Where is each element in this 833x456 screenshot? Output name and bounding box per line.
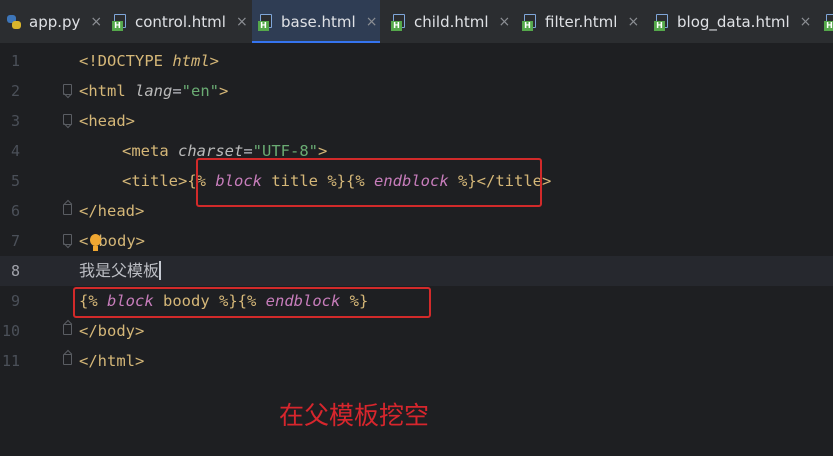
line-number: 8 xyxy=(10,262,20,280)
line-number: 11 xyxy=(1,352,20,370)
fold-marker-icon[interactable] xyxy=(63,234,72,245)
close-icon[interactable]: × xyxy=(800,14,812,30)
python-file-icon xyxy=(6,13,22,31)
code-text: 我是父模板 xyxy=(79,261,162,280)
line-number: 6 xyxy=(10,202,20,220)
fold-marker-icon[interactable] xyxy=(63,354,72,365)
fold-marker-icon[interactable] xyxy=(63,324,72,335)
code-text: </html> xyxy=(79,352,145,370)
fold-marker-icon[interactable] xyxy=(63,114,72,125)
fold-marker-icon[interactable] xyxy=(63,84,72,95)
tab-control-html[interactable]: H control.html × xyxy=(106,0,250,43)
html-file-icon: H xyxy=(258,13,274,31)
tab-filter-html[interactable]: H filter.html × xyxy=(516,0,644,43)
editor-tab-bar: app.py × H control.html × H base.html × … xyxy=(0,0,833,44)
code-line[interactable]: 2 <html lang="en"> xyxy=(0,76,833,106)
code-line[interactable]: 3 <head> xyxy=(0,106,833,136)
close-icon[interactable]: × xyxy=(236,14,248,30)
line-number: 3 xyxy=(10,112,20,130)
html-file-icon: H xyxy=(654,13,670,31)
intention-bulb-icon[interactable] xyxy=(87,234,103,254)
html-file-icon: H xyxy=(112,13,128,31)
code-text: <head> xyxy=(79,112,135,130)
tab-blog-data-html[interactable]: H blog_data.html × xyxy=(648,0,823,43)
close-icon[interactable]: × xyxy=(499,14,511,30)
tab-label: base.html xyxy=(281,12,356,31)
tab-base-html[interactable]: H base.html × xyxy=(252,0,380,43)
close-icon[interactable]: × xyxy=(366,14,378,30)
code-line[interactable]: 11 </html> xyxy=(0,346,833,376)
html-file-icon: H xyxy=(391,13,407,31)
code-line[interactable]: 1 <!DOCTYPE html> xyxy=(0,46,833,76)
tab-label: control.html xyxy=(135,12,226,31)
line-number: 4 xyxy=(10,142,20,160)
line-number: 7 xyxy=(10,232,20,250)
tab-label: filter.html xyxy=(545,12,618,31)
code-text: <html lang="en"> xyxy=(79,82,229,100)
line-number: 9 xyxy=(10,292,20,310)
code-text: <!DOCTYPE html> xyxy=(79,52,219,70)
code-line[interactable]: 10 </body> xyxy=(0,316,833,346)
highlight-box-body-block xyxy=(73,287,431,318)
tab-app-py[interactable]: app.py × xyxy=(0,0,104,43)
highlight-box-title-block xyxy=(196,158,542,207)
line-number: 5 xyxy=(10,172,20,190)
fold-marker-icon[interactable] xyxy=(63,204,72,215)
tab-label: blog_data.html xyxy=(677,12,790,31)
code-text: </head> xyxy=(79,202,145,220)
annotation-text: 在父模板挖空 xyxy=(279,401,430,430)
tab-label: child.html xyxy=(414,12,489,31)
code-line[interactable]: 7 < body> xyxy=(0,226,833,256)
close-icon[interactable]: × xyxy=(627,14,639,30)
html-file-icon: H xyxy=(824,13,833,31)
tab-overflow[interactable]: H xyxy=(818,0,833,43)
tab-label: app.py xyxy=(29,12,81,31)
text-caret xyxy=(159,261,162,280)
tab-child-html[interactable]: H child.html × xyxy=(385,0,511,43)
line-number: 2 xyxy=(10,82,20,100)
line-number: 1 xyxy=(10,52,20,70)
code-text: </body> xyxy=(79,322,145,340)
line-number: 10 xyxy=(1,322,20,340)
code-line-current[interactable]: 8 我是父模板 xyxy=(0,256,833,286)
code-editor[interactable]: 1 <!DOCTYPE html> 2 <html lang="en"> 3 <… xyxy=(0,44,833,456)
close-icon[interactable]: × xyxy=(90,14,102,30)
html-file-icon: H xyxy=(522,13,538,31)
